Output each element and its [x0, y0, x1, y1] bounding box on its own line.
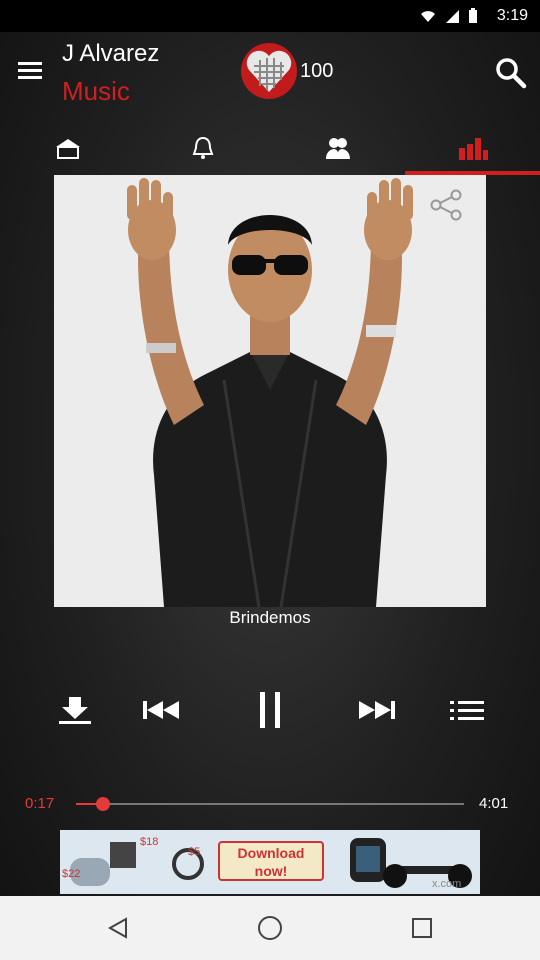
status-time: 3:19	[496, 7, 528, 24]
pause-icon	[260, 692, 280, 728]
rewind-icon	[143, 701, 179, 719]
section-title: Music	[62, 76, 130, 106]
signal-icon	[446, 10, 459, 23]
ad-domain: x.com	[432, 878, 462, 890]
pause-button[interactable]	[240, 680, 300, 740]
ad-banner[interactable]: $18 $5 $22 Download now! x.com	[60, 830, 480, 894]
fast-forward-button[interactable]	[347, 680, 407, 740]
wifi-icon	[421, 11, 435, 22]
tab-notifications[interactable]	[135, 122, 270, 174]
share-button[interactable]	[424, 185, 468, 225]
ad-price-2: $5	[188, 846, 201, 858]
download-icon	[59, 697, 91, 724]
battery-icon	[469, 8, 477, 23]
hamburger-icon	[18, 62, 42, 79]
seek-bar-thumb[interactable]	[96, 797, 110, 811]
playlist-button[interactable]	[437, 680, 497, 740]
circle-home-icon	[258, 916, 282, 940]
share-icon	[430, 189, 462, 221]
home-icon	[55, 139, 80, 159]
home-nav-button[interactable]	[220, 896, 320, 960]
back-icon	[107, 917, 127, 939]
square-recents-icon	[412, 918, 432, 938]
chart-bars-icon	[458, 138, 488, 160]
rewind-button[interactable]	[131, 680, 191, 740]
elapsed-time: 0:17	[25, 795, 55, 812]
back-button[interactable]	[68, 896, 168, 960]
ad-price-1: $18	[140, 836, 159, 848]
list-icon	[450, 701, 484, 720]
album-cover	[54, 175, 486, 607]
player-controls	[0, 680, 540, 740]
tab-charts[interactable]	[405, 122, 540, 174]
fast-forward-icon	[359, 701, 395, 719]
heart-score-button[interactable]	[240, 40, 298, 102]
seek-bar[interactable]	[76, 803, 464, 805]
tab-home[interactable]	[0, 122, 135, 174]
heart-icon	[241, 43, 297, 99]
total-duration: 4:01	[479, 795, 509, 812]
users-icon	[325, 138, 350, 159]
artist-name: J Alvarez	[62, 40, 160, 67]
download-button[interactable]	[45, 680, 105, 740]
song-title: Brindemos	[229, 608, 311, 627]
search-button[interactable]	[488, 50, 532, 94]
score-count: 100	[300, 60, 334, 82]
bell-icon	[192, 136, 213, 159]
menu-button[interactable]	[12, 52, 48, 88]
artist-photo	[54, 175, 486, 607]
system-nav-bar	[0, 896, 540, 960]
ad-price-3: $22	[62, 868, 81, 880]
status-bar: 3:19	[0, 0, 540, 32]
recents-button[interactable]	[372, 896, 472, 960]
search-icon	[496, 58, 527, 89]
tab-friends[interactable]	[270, 122, 405, 174]
status-icons	[420, 8, 478, 24]
ad-download-button[interactable]: Download now!	[218, 841, 324, 881]
tab-bar	[0, 122, 540, 174]
